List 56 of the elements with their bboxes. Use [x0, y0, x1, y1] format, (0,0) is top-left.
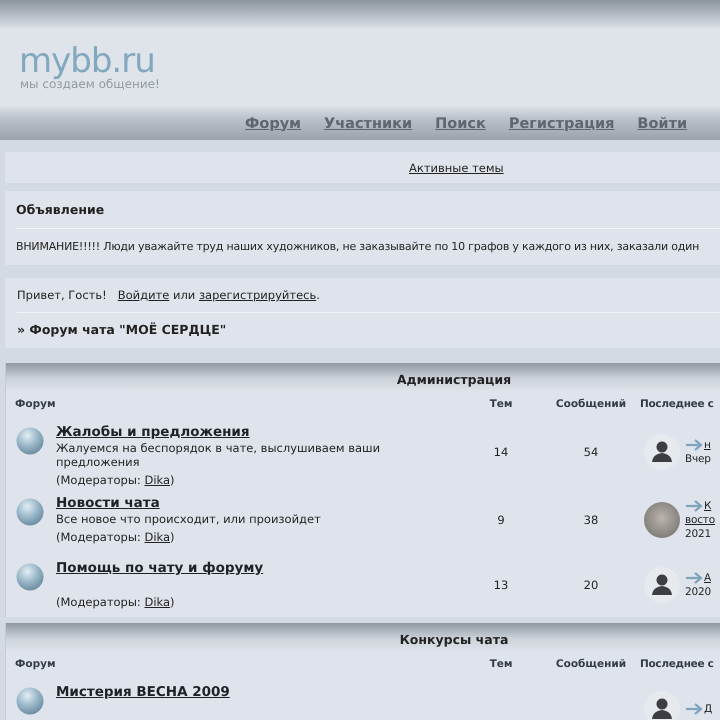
- post-count: 54: [584, 444, 598, 458]
- column-header: Форум: [14, 398, 57, 410]
- forum-description: Все новое что происходит, или произойдет: [56, 512, 321, 526]
- arrow-right-icon: [685, 572, 703, 584]
- last-post-link[interactable]: А: [704, 570, 711, 584]
- moderator-link[interactable]: Dika: [144, 530, 170, 544]
- moderators-text: (Модераторы: Dika): [56, 473, 176, 487]
- column-header: Сообщений: [554, 398, 628, 410]
- arrow-right-icon: [685, 702, 703, 714]
- topic-count: 13: [494, 578, 508, 592]
- post-count: 38: [584, 512, 598, 526]
- column-header: Последнее с: [639, 398, 715, 410]
- breadcrumb: » Форум чата "МОЁ СЕРДЦЕ": [17, 321, 228, 339]
- forum-status-icon: [16, 498, 44, 526]
- column-header: Последнее с: [639, 658, 715, 670]
- avatar-silhouette-icon[interactable]: [644, 434, 680, 470]
- column-header: Тем: [488, 658, 514, 670]
- arrow-right-icon: [685, 438, 703, 450]
- last-post-date: 2020: [685, 584, 711, 598]
- forum-title-link[interactable]: Помощь по чату и форуму: [56, 560, 264, 576]
- register-link[interactable]: зарегистрируйтесь: [198, 288, 316, 302]
- column-header: Форум: [14, 658, 57, 670]
- topic-count: 9: [497, 512, 505, 526]
- column-header: Сообщений: [554, 658, 628, 670]
- forum-status-icon: [16, 687, 44, 715]
- welcome-text: Привет, Гость! Войдите или зарегистрируйтесь.: [17, 278, 720, 313]
- topic-count: 14: [494, 444, 508, 458]
- category-title: Администрация: [396, 372, 512, 387]
- moderator-link[interactable]: Dika: [144, 595, 170, 609]
- forum-description: Жалуемся на беспорядок в чате, выслушиваем ваши предложения: [56, 441, 382, 469]
- moderator-link[interactable]: Dika: [144, 473, 170, 487]
- post-count: 20: [584, 578, 598, 592]
- forum-title-link[interactable]: Мистерия ВЕСНА 2009: [56, 684, 230, 700]
- last-post-date: Вчер: [685, 452, 711, 466]
- last-post-link[interactable]: К: [704, 498, 712, 512]
- avatar-photo-placeholder[interactable]: [644, 502, 680, 538]
- moderators-text: (Модераторы: Dika): [56, 530, 176, 544]
- avatar-silhouette-icon[interactable]: [644, 566, 680, 602]
- moderators-text: (Модераторы: Dika): [56, 595, 176, 609]
- announcement-title: Объявление: [16, 191, 720, 229]
- announcement-text: ВНИМАНИЕ!!!!! Люди уважайте труд наших художников, не заказывайте по 10 графов у каждого из них, заказали один: [16, 239, 700, 255]
- category-title: Конкурсы чата: [400, 632, 508, 647]
- last-post-link[interactable]: восто: [685, 512, 715, 526]
- forum-title-link[interactable]: Жалобы и предложения: [56, 424, 456, 440]
- forum-title-link[interactable]: Новости чата: [56, 495, 321, 511]
- forum-status-icon: [16, 563, 44, 591]
- last-post-link[interactable]: н: [704, 438, 711, 452]
- active-topics-link[interactable]: Активные темы: [409, 160, 504, 174]
- forum-status-icon: [16, 427, 44, 455]
- last-post-date: 2021: [685, 526, 712, 540]
- column-header: Тем: [488, 398, 514, 410]
- login-link[interactable]: Войдите: [118, 288, 170, 302]
- logo-text: mybb.ru: [19, 45, 155, 77]
- last-post-link[interactable]: Д: [704, 702, 712, 716]
- avatar-silhouette-icon[interactable]: [644, 690, 680, 720]
- arrow-right-icon: [685, 500, 703, 512]
